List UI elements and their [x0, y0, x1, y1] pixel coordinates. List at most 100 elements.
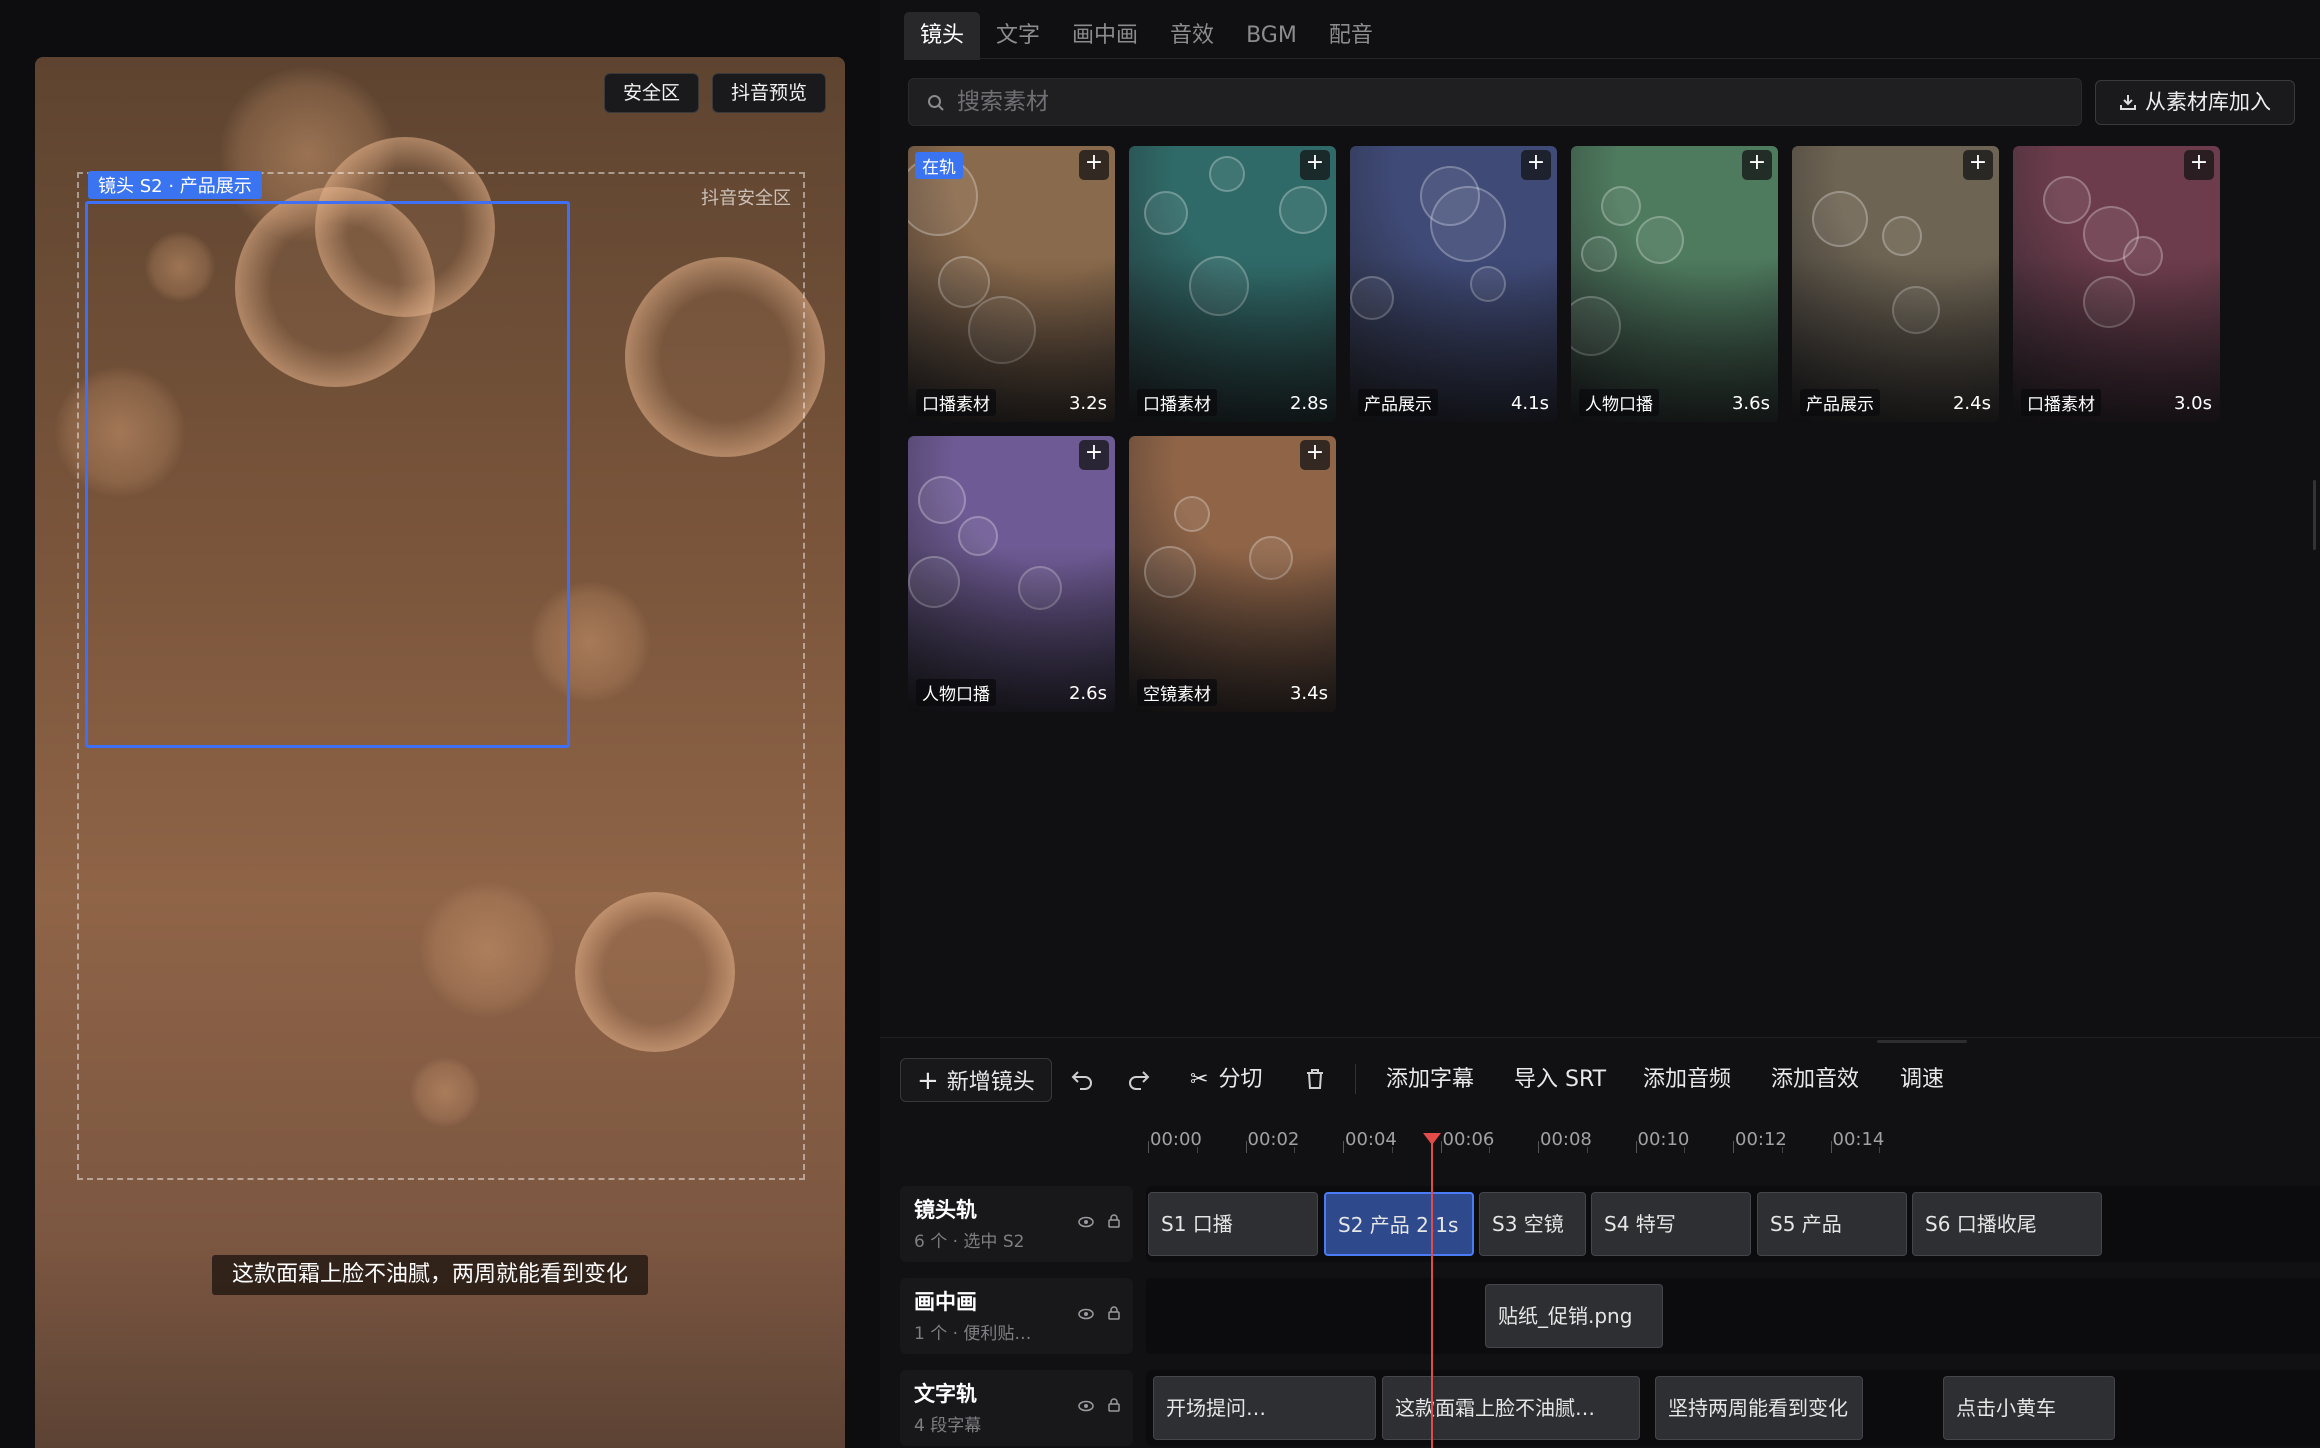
- track-name: 文字轨: [914, 1382, 977, 1406]
- selection-box[interactable]: [85, 201, 570, 748]
- timeline-clip[interactable]: S5 产品: [1757, 1192, 1907, 1256]
- add-to-track-button[interactable]: +: [1079, 440, 1109, 470]
- track-header[interactable]: 文字轨 4 段字幕: [900, 1370, 1133, 1446]
- asset-name: 人物口播: [1579, 389, 1659, 416]
- asset-duration: 3.6s: [1731, 393, 1770, 414]
- redo-button[interactable]: [1127, 1058, 1151, 1102]
- lock-icon[interactable]: [1108, 1214, 1120, 1228]
- lock-icon[interactable]: [1108, 1398, 1120, 1412]
- ruler-minor-tick: [1684, 1147, 1686, 1153]
- douyin-preview-button[interactable]: 抖音预览: [712, 73, 827, 113]
- add-to-track-button[interactable]: +: [1079, 150, 1109, 180]
- selected-shot-tag: 镜头 S2 · 产品展示: [88, 171, 262, 199]
- add-to-track-button[interactable]: +: [1963, 150, 1993, 180]
- ruler-minor-tick: [1489, 1147, 1491, 1153]
- track-lane[interactable]: 贴纸_促销.png: [1146, 1278, 2320, 1354]
- timeline-clip[interactable]: S1 口播: [1148, 1192, 1318, 1256]
- tab-0[interactable]: 镜头: [904, 12, 981, 60]
- tab-2[interactable]: 画中画: [1056, 12, 1154, 60]
- ruler-minor-tick: [1586, 1147, 1588, 1153]
- undo-icon: [1071, 1071, 1092, 1090]
- time-ruler[interactable]: 00:00 00:02 00:04 00:06 00:08 00:10 00:12 00:14: [880, 1123, 2320, 1163]
- asset-card[interactable]: 在轨 + 口播素材 3.2s: [908, 146, 1115, 422]
- tab-divider: [904, 58, 2320, 59]
- asset-card[interactable]: + 空镜素材 3.4s: [1129, 436, 1336, 712]
- ruler-minor-tick: [1294, 1147, 1296, 1153]
- ruler-minor-tick: [1196, 1147, 1198, 1153]
- track-lane[interactable]: S1 口播 S2 产品 2.1s S3 空镜 S4 特写 S5 产品 S6 口播收尾: [1146, 1186, 2320, 1262]
- timeline-clip[interactable]: 贴纸_促销.png: [1485, 1284, 1663, 1348]
- asset-card[interactable]: + 产品展示 4.1s: [1350, 146, 1557, 422]
- import-button-label: 从素材库加入: [2145, 90, 2271, 114]
- add-to-track-button[interactable]: +: [2184, 150, 2214, 180]
- tab-1[interactable]: 文字: [980, 12, 1056, 60]
- toolbar-divider: [1355, 1064, 1356, 1094]
- search-icon: [928, 95, 944, 111]
- asset-card[interactable]: + 产品展示 2.4s: [1792, 146, 1999, 422]
- subtitle-preview[interactable]: 这款面霜上脸不油腻，两周就能看到变化: [212, 1255, 649, 1295]
- timeline-clip[interactable]: 这款面霜上脸不油腻…: [1382, 1376, 1640, 1440]
- card-shade: [908, 436, 1115, 712]
- timeline-clip[interactable]: S2 产品 2.1s: [1324, 1192, 1474, 1256]
- safe-zone-toggle-button[interactable]: 安全区: [604, 73, 700, 113]
- search-input[interactable]: [957, 79, 2057, 125]
- card-shade: [2013, 146, 2220, 422]
- add-to-track-button[interactable]: +: [1742, 150, 1772, 180]
- timeline-clip[interactable]: 开场提问…: [1153, 1376, 1376, 1440]
- timeline-clip[interactable]: 点击小黄车: [1943, 1376, 2115, 1440]
- eye-icon[interactable]: [1078, 1216, 1094, 1228]
- tab-4[interactable]: BGM: [1230, 12, 1313, 60]
- ruler-tick: [1733, 1141, 1734, 1153]
- tab-5[interactable]: 配音: [1313, 12, 1389, 60]
- import-from-library-button[interactable]: 从素材库加入: [2095, 80, 2295, 125]
- ruler-tick: [1538, 1141, 1539, 1153]
- asset-duration: 4.1s: [1510, 393, 1549, 414]
- ruler-tick: [1830, 1141, 1832, 1153]
- asset-name: 人物口播: [916, 679, 996, 706]
- add-to-track-button[interactable]: +: [1521, 150, 1551, 180]
- playhead[interactable]: [1431, 1133, 1433, 1448]
- add-to-track-button[interactable]: +: [1300, 150, 1330, 180]
- asset-duration: 3.4s: [1289, 683, 1328, 704]
- import-srt-button[interactable]: 导入 SRT: [1514, 1058, 1606, 1102]
- ruler-tick: [1343, 1141, 1344, 1153]
- search-bar: [908, 78, 2082, 126]
- right-edge-handle[interactable]: [2313, 480, 2316, 550]
- track-header[interactable]: 画中画 1 个 · 便利贴…: [900, 1278, 1133, 1354]
- add-subtitle-button[interactable]: 添加字幕: [1386, 1058, 1474, 1102]
- timeline-clip[interactable]: S3 空镜: [1479, 1192, 1586, 1256]
- timeline-clip[interactable]: S4 特写: [1591, 1192, 1751, 1256]
- timeline-toolbar: + 新增镜头 ✂ 分切 添加字幕 导入 SRT 添加音频 添加音效 调速: [880, 1050, 2320, 1110]
- playhead-handle[interactable]: [1423, 1133, 1441, 1145]
- undo-button[interactable]: [1070, 1058, 1094, 1102]
- speed-button[interactable]: 调速: [1900, 1058, 1944, 1102]
- asset-card[interactable]: + 口播素材 3.0s: [2013, 146, 2220, 422]
- asset-card[interactable]: + 人物口播 2.6s: [908, 436, 1115, 712]
- card-shade: [1792, 146, 1999, 422]
- track-subtitle: 1 个 · 便利贴…: [914, 1324, 1032, 1344]
- eye-icon[interactable]: [1078, 1308, 1094, 1320]
- track-subtitle: 4 段字幕: [914, 1416, 982, 1436]
- add-to-track-button[interactable]: +: [1300, 440, 1330, 470]
- ruler-label: 00:10: [1637, 1129, 1690, 1150]
- add-audio-button[interactable]: 添加音频: [1643, 1058, 1731, 1102]
- ruler-tick: [1148, 1141, 1149, 1153]
- asset-card[interactable]: + 口播素材 2.8s: [1129, 146, 1336, 422]
- add-sfx-button[interactable]: 添加音效: [1771, 1058, 1859, 1102]
- timeline-clip[interactable]: S6 口播收尾: [1912, 1192, 2102, 1256]
- card-shade: [1129, 146, 1336, 422]
- tab-3[interactable]: 音效: [1154, 12, 1230, 60]
- track-header[interactable]: 镜头轨 6 个 · 选中 S2: [900, 1186, 1133, 1262]
- card-shade: [1571, 146, 1778, 422]
- new-shot-button[interactable]: + 新增镜头: [900, 1058, 1052, 1102]
- track-lane[interactable]: 开场提问… 这款面霜上脸不油腻… 坚持两周能看到变化 点击小黄车: [1146, 1370, 2320, 1446]
- timeline-resize-handle[interactable]: [1877, 1040, 1967, 1043]
- lock-icon[interactable]: [1108, 1306, 1120, 1320]
- asset-name: 空镜素材: [1137, 679, 1217, 706]
- asset-card[interactable]: + 人物口播 3.6s: [1571, 146, 1778, 422]
- eye-icon[interactable]: [1078, 1400, 1094, 1412]
- delete-button[interactable]: [1305, 1058, 1325, 1102]
- timeline-clip[interactable]: 坚持两周能看到变化: [1655, 1376, 1863, 1440]
- split-button[interactable]: ✂ 分切: [1190, 1058, 1262, 1102]
- asset-duration: 3.0s: [2173, 393, 2212, 414]
